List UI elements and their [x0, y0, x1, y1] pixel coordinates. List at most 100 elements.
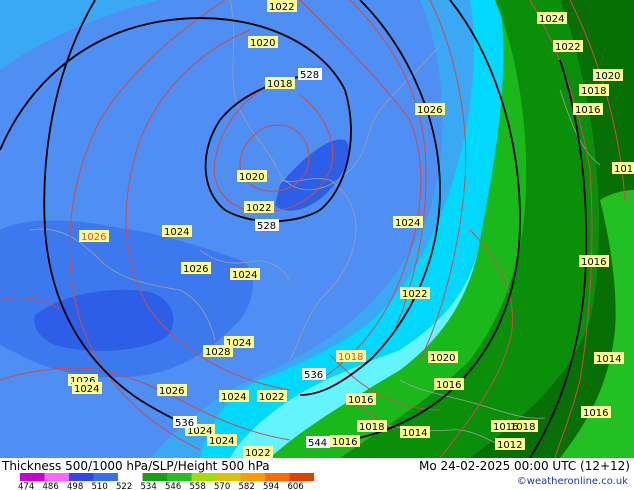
svg-text:1024: 1024 — [164, 227, 189, 238]
legend-label: 522 — [116, 482, 132, 490]
svg-text:536: 536 — [304, 370, 323, 381]
legend-swatch — [69, 473, 94, 481]
svg-text:1020: 1020 — [250, 38, 275, 49]
svg-text:1020: 1020 — [430, 353, 455, 364]
isobar-label: 1016 — [581, 406, 611, 419]
svg-text:1018: 1018 — [359, 422, 384, 433]
isobar-label: 1022 — [553, 40, 583, 53]
svg-text:1014: 1014 — [402, 428, 427, 439]
credit-link[interactable]: ©weatheronline.co.uk — [517, 476, 628, 487]
legend-swatch — [167, 473, 192, 481]
isobar-label: 1022 — [267, 0, 297, 13]
height-label: 528 — [255, 219, 279, 232]
svg-text:1014: 1014 — [596, 354, 621, 365]
legend-swatch — [44, 473, 69, 481]
isobar-label: 1026 — [181, 262, 211, 275]
isobar-label: 101 — [612, 162, 634, 175]
svg-text:101: 101 — [614, 164, 633, 175]
isobar-label: 1018 — [357, 420, 387, 433]
legend-swatches — [20, 473, 314, 481]
isobar-label: 1022 — [243, 446, 273, 458]
svg-text:1022: 1022 — [245, 448, 270, 458]
legend-swatch — [93, 473, 118, 481]
legend-label: 606 — [288, 482, 304, 490]
isobar-label: 1026 — [79, 230, 109, 243]
svg-text:1018: 1018 — [267, 79, 292, 90]
height-label: 536 — [173, 416, 197, 429]
isobar-label: 1024 — [207, 434, 237, 447]
isobar-label: 1016 — [434, 378, 464, 391]
height-label: 544 — [306, 436, 330, 449]
isobar-label: 1016 — [346, 393, 376, 406]
svg-text:1022: 1022 — [555, 42, 580, 53]
isobar-label: 1026 — [415, 103, 445, 116]
legend-label: 474 — [18, 482, 34, 490]
legend-label: 486 — [43, 482, 59, 490]
map-title: Thickness 500/1000 hPa/SLP/Height 500 hP… — [2, 459, 270, 473]
isobar-label: 1016 — [573, 103, 603, 116]
isobar-label: 1014 — [594, 352, 624, 365]
isobar-label: 1020 — [237, 170, 267, 183]
svg-text:1016: 1016 — [332, 437, 357, 448]
isobar-label: 1026 — [157, 384, 187, 397]
svg-text:544: 544 — [308, 438, 327, 449]
valid-time: Mo 24-02-2025 00:00 UTC (12+12) — [418, 459, 630, 473]
svg-text:1026: 1026 — [417, 105, 442, 116]
legend-label: 594 — [263, 482, 279, 490]
svg-text:1018: 1018 — [338, 352, 363, 363]
svg-text:1026: 1026 — [183, 264, 208, 275]
legend-label: 534 — [141, 482, 157, 490]
svg-text:1024: 1024 — [539, 14, 564, 25]
legend-swatch — [142, 473, 167, 481]
isobar-label: 1018 — [336, 350, 366, 363]
isobar-label: 1016 — [491, 420, 518, 433]
svg-text:1024: 1024 — [74, 384, 99, 395]
isobar-label: 1024 — [537, 12, 567, 25]
legend-label: 546 — [165, 482, 181, 490]
svg-text:1024: 1024 — [232, 270, 257, 281]
isobar-label: 1020 — [248, 36, 278, 49]
isobar-label: 1028 — [203, 345, 233, 358]
svg-text:1020: 1020 — [595, 71, 620, 82]
isobar-label: 1020 — [428, 351, 458, 364]
svg-text:1016: 1016 — [583, 408, 608, 419]
legend-swatch — [20, 473, 45, 481]
isobar-label: 1012 — [495, 438, 525, 451]
legend-swatch — [191, 473, 216, 481]
legend-swatch — [265, 473, 290, 481]
isobar-label: 1020 — [593, 69, 623, 82]
legend-labels: 474 486 498 510 522 534 546 558 570 582 594 606 — [18, 482, 304, 490]
isobar-label: 1024 — [230, 268, 260, 281]
height-label: 528 — [298, 68, 322, 81]
legend-label: 558 — [190, 482, 206, 490]
svg-text:1028: 1028 — [205, 347, 230, 358]
svg-text:536: 536 — [175, 418, 194, 429]
svg-text:1024: 1024 — [209, 436, 234, 447]
svg-text:1016: 1016 — [575, 105, 600, 116]
isobar-label: 1016 — [579, 255, 609, 268]
isobar-label: 1022 — [244, 201, 274, 214]
svg-text:1022: 1022 — [259, 392, 284, 403]
svg-text:1018: 1018 — [581, 86, 606, 97]
isobar-label: 1016 — [330, 435, 360, 448]
isobar-label: 1022 — [257, 390, 287, 403]
thickness-map: 1022 1020 1018 1026 1020 1022 1026 1024 … — [0, 0, 634, 458]
legend-swatch — [289, 473, 314, 481]
svg-text:528: 528 — [300, 70, 319, 81]
svg-text:1024: 1024 — [221, 392, 246, 403]
isobar-label: 1024 — [162, 225, 192, 238]
isobar-label: 1018 — [265, 77, 295, 90]
svg-text:1016: 1016 — [436, 380, 461, 391]
legend-label: 510 — [92, 482, 108, 490]
svg-text:1022: 1022 — [269, 2, 294, 13]
svg-text:1024: 1024 — [395, 218, 420, 229]
svg-text:1016: 1016 — [581, 257, 606, 268]
legend-swatch — [240, 473, 265, 481]
legend-label: 570 — [214, 482, 230, 490]
legend-label: 582 — [239, 482, 255, 490]
isobar-label: 1024 — [72, 382, 102, 395]
svg-text:1012: 1012 — [497, 440, 522, 451]
colour-legend: 474 486 498 510 522 534 546 558 570 582 594 606 — [18, 473, 314, 490]
height-label: 536 — [302, 368, 326, 381]
svg-text:1016: 1016 — [348, 395, 373, 406]
